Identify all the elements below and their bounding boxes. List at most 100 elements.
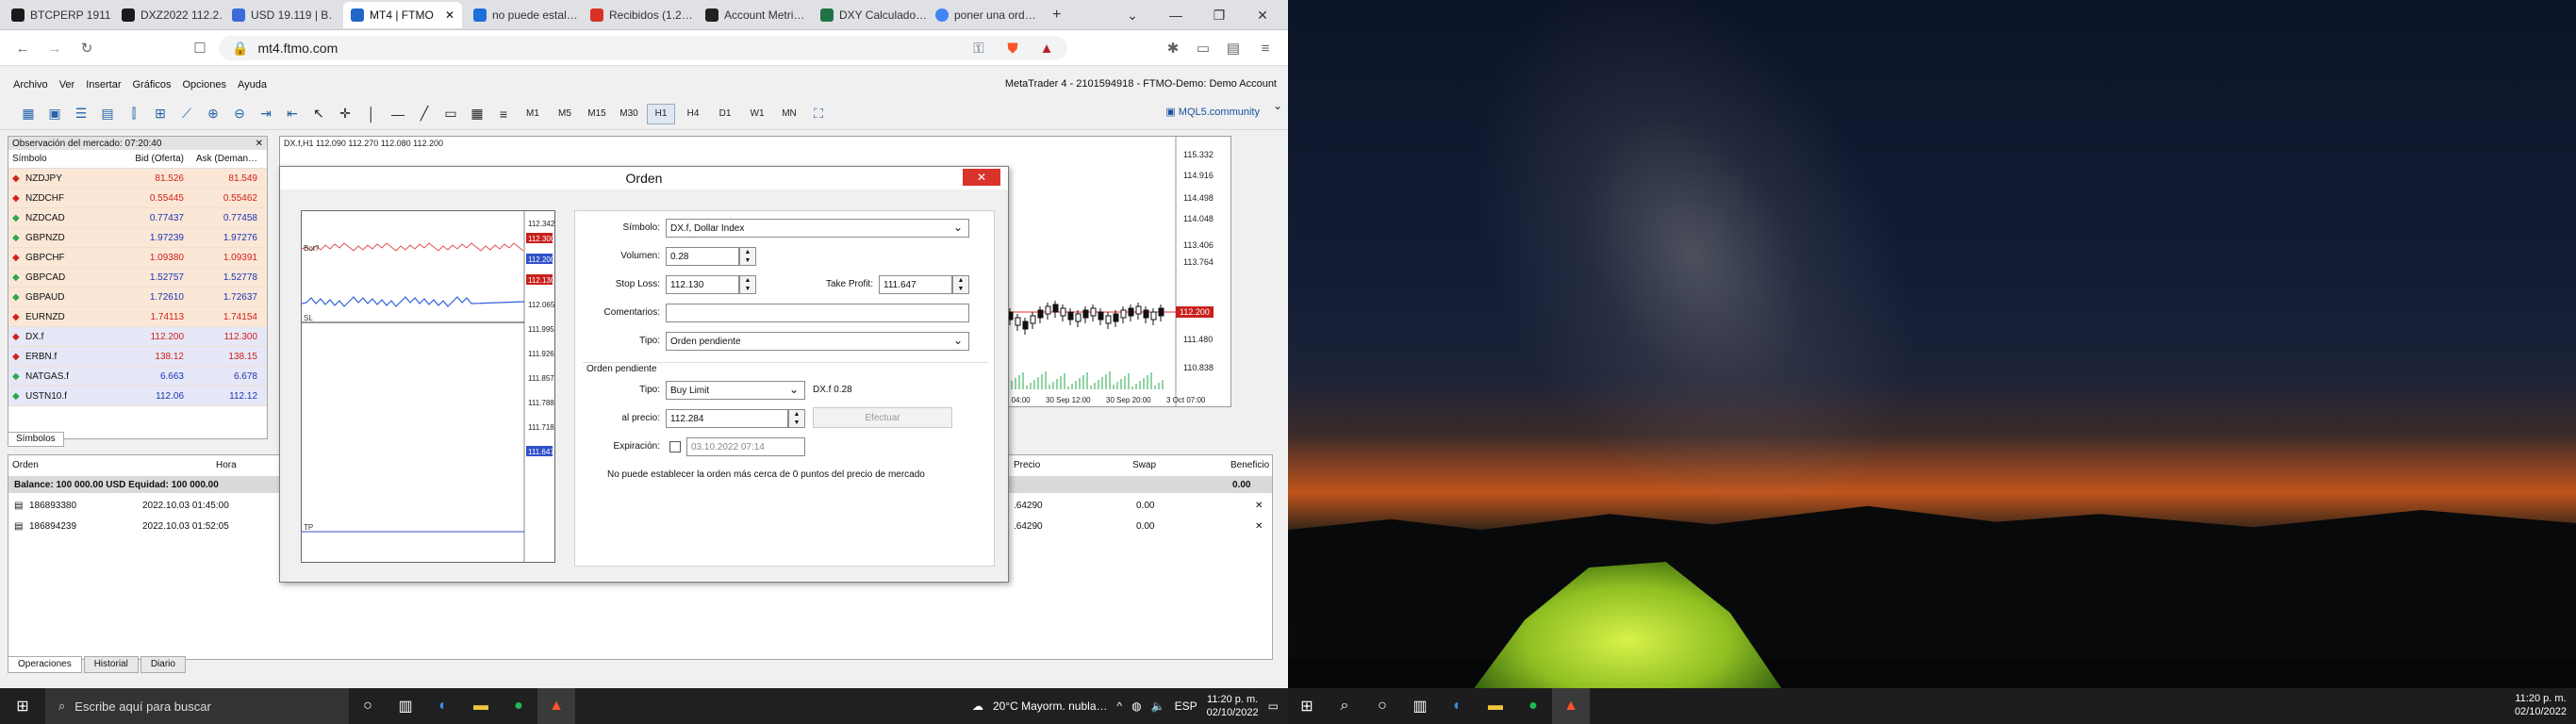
grid-icon[interactable]: ▦: [466, 103, 488, 125]
edge-icon[interactable]: ◐: [1439, 688, 1477, 724]
file-explorer-icon[interactable]: ▬: [1477, 688, 1514, 724]
edge-icon[interactable]: ◐: [424, 688, 462, 724]
col-hora[interactable]: Hora: [216, 455, 237, 474]
spotify-icon[interactable]: ●: [1514, 688, 1552, 724]
col-beneficio[interactable]: Beneficio: [1230, 455, 1269, 474]
brave-icon[interactable]: ▲: [1552, 688, 1590, 724]
tab-historial[interactable]: Historial: [83, 656, 139, 673]
fullscreen-icon[interactable]: ⛶: [807, 103, 830, 125]
extensions-icon[interactable]: ✱: [1162, 38, 1184, 58]
tab-google-search[interactable]: poner una ord…: [928, 2, 1041, 28]
market-watch-row[interactable]: ◆ USTN10.f 112.06 112.12: [8, 387, 267, 406]
tf-m15[interactable]: M15: [583, 104, 611, 124]
close-icon[interactable]: ✕: [256, 139, 267, 149]
cursor-icon[interactable]: ↖: [307, 103, 330, 125]
col-precio[interactable]: Precio: [1014, 455, 1040, 474]
tab-gmail[interactable]: Recibidos (1.2…: [583, 2, 696, 28]
col-bid[interactable]: Bid (Oferta): [93, 154, 184, 164]
tab-no-puede[interactable]: no puede estal…: [466, 2, 579, 28]
close-window-button[interactable]: ✕: [1241, 0, 1284, 30]
volume-icon[interactable]: 🔈: [1151, 699, 1165, 713]
zoom-out-icon[interactable]: ⊖: [228, 103, 251, 125]
symbol-select[interactable]: DX.f, Dollar Index: [666, 219, 969, 238]
zoom-in-icon[interactable]: ⊕: [202, 103, 224, 125]
widgets-icon[interactable]: ▥: [387, 688, 424, 724]
tab-dxy-calculator[interactable]: DXY Calculado…: [813, 2, 926, 28]
bar-chart-icon[interactable]: ⫿: [123, 103, 145, 125]
tf-mn[interactable]: MN: [775, 104, 803, 124]
tab-btcperp[interactable]: BTCPERP 1911…: [4, 2, 112, 28]
tf-m1[interactable]: M1: [519, 104, 547, 124]
reload-icon[interactable]: ↻: [75, 38, 98, 58]
language-icon[interactable]: ESP: [1175, 699, 1197, 713]
start-icon[interactable]: ⊞: [0, 688, 45, 724]
crosshair-icon[interactable]: ✛: [334, 103, 356, 125]
expiry-checkbox[interactable]: [669, 441, 681, 452]
menu-ayuda[interactable]: Ayuda: [232, 79, 272, 90]
wallet-icon[interactable]: ▤: [1222, 38, 1245, 58]
submit-button[interactable]: Efectuar: [813, 407, 952, 428]
profiles-icon[interactable]: ▣: [43, 103, 66, 125]
key-icon[interactable]: ⚿: [967, 38, 990, 58]
trendline-icon[interactable]: ╱: [413, 103, 436, 125]
widgets-icon[interactable]: ▥: [1401, 688, 1439, 724]
market-watch-row[interactable]: ◆ NZDJPY 81.526 81.549: [8, 169, 267, 189]
market-watch-row[interactable]: ◆ NZDCAD 0.77437 0.77458: [8, 208, 267, 228]
tab-search-icon[interactable]: ⌄: [1111, 0, 1154, 30]
volume-stepper[interactable]: ▲ ▼: [739, 247, 756, 266]
delete-order-icon[interactable]: ✕: [1255, 521, 1263, 532]
mql5-community-link[interactable]: ▣ MQL5.community: [1165, 106, 1260, 118]
menu-opciones[interactable]: Opciones: [176, 79, 231, 90]
tab-dxz2022[interactable]: DXZ2022 112.2…: [114, 2, 223, 28]
dialog-close-button[interactable]: ✕: [963, 169, 1000, 186]
line-chart-icon[interactable]: ⟋: [175, 103, 198, 125]
tf-h4[interactable]: H4: [679, 104, 707, 124]
col-ask[interactable]: Ask (Deman…: [184, 154, 257, 164]
delete-order-icon[interactable]: ✕: [1255, 501, 1263, 511]
market-watch-row[interactable]: ◆ EURNZD 1.74113 1.74154: [8, 307, 267, 327]
new-chart-icon[interactable]: ▦: [17, 103, 40, 125]
market-watch-row[interactable]: ◆ GBPCAD 1.52757 1.52778: [8, 268, 267, 288]
col-symbol[interactable]: Símbolo: [8, 154, 93, 164]
col-swap[interactable]: Swap: [1132, 455, 1156, 474]
autoscroll-icon[interactable]: ⇥: [255, 103, 277, 125]
take-profit-stepper[interactable]: ▲ ▼: [952, 275, 969, 294]
stop-loss-stepper[interactable]: ▲ ▼: [739, 275, 756, 294]
menu-graficos[interactable]: Gráficos: [127, 79, 177, 90]
menu-ver[interactable]: Ver: [54, 79, 81, 90]
file-explorer-icon[interactable]: ▬: [462, 688, 500, 724]
tab-diario[interactable]: Diario: [140, 656, 186, 673]
col-orden[interactable]: Orden: [12, 455, 39, 474]
tab-account-metrix[interactable]: Account Metri…: [698, 2, 811, 28]
price-input[interactable]: 112.284: [666, 409, 788, 428]
chart-shift-icon[interactable]: ⇤: [281, 103, 304, 125]
clock[interactable]: 11:20 p. m. 02/10/2022: [1207, 693, 1259, 719]
market-watch-row[interactable]: ◆ NZDCHF 0.55445 0.55462: [8, 189, 267, 208]
stop-loss-input[interactable]: 112.130: [666, 275, 739, 294]
menu-archivo[interactable]: Archivo: [0, 79, 54, 90]
market-watch-row[interactable]: ◆ NATGAS.f 6.663 6.678: [8, 367, 267, 387]
tf-m30[interactable]: M30: [615, 104, 643, 124]
take-profit-input[interactable]: 111.647: [879, 275, 952, 294]
brave-icon[interactable]: ▲: [537, 688, 575, 724]
tab-mt4[interactable]: MT4 | FTMO ✕: [343, 2, 462, 28]
brave-shield-icon[interactable]: ⛊: [1001, 38, 1024, 58]
url-input[interactable]: 🔒 mt4.ftmo.com: [219, 36, 1067, 60]
tf-h1[interactable]: H1: [647, 103, 675, 124]
market-watch-icon[interactable]: ☰: [70, 103, 92, 125]
candle-chart-icon[interactable]: ⊞: [149, 103, 172, 125]
task-view-icon[interactable]: ○: [1363, 688, 1401, 724]
tab-operaciones[interactable]: Operaciones: [8, 656, 82, 673]
market-watch-row[interactable]: ◆ GBPAUD 1.72610 1.72637: [8, 288, 267, 307]
tf-w1[interactable]: W1: [743, 104, 771, 124]
tab-usd[interactable]: USD 19.119 | B…: [224, 2, 333, 28]
comment-input[interactable]: [666, 304, 969, 322]
expiry-input[interactable]: 03.10.2022 07:14: [686, 437, 805, 456]
restore-button[interactable]: ❐: [1197, 0, 1241, 30]
sidebar-icon[interactable]: ▭: [1192, 38, 1214, 58]
notifications-icon[interactable]: ▭: [1268, 699, 1279, 713]
tf-d1[interactable]: D1: [711, 104, 739, 124]
pending-type-select[interactable]: Buy Limit: [666, 381, 805, 400]
task-view-icon[interactable]: ○: [349, 688, 387, 724]
tf-m5[interactable]: M5: [551, 104, 579, 124]
